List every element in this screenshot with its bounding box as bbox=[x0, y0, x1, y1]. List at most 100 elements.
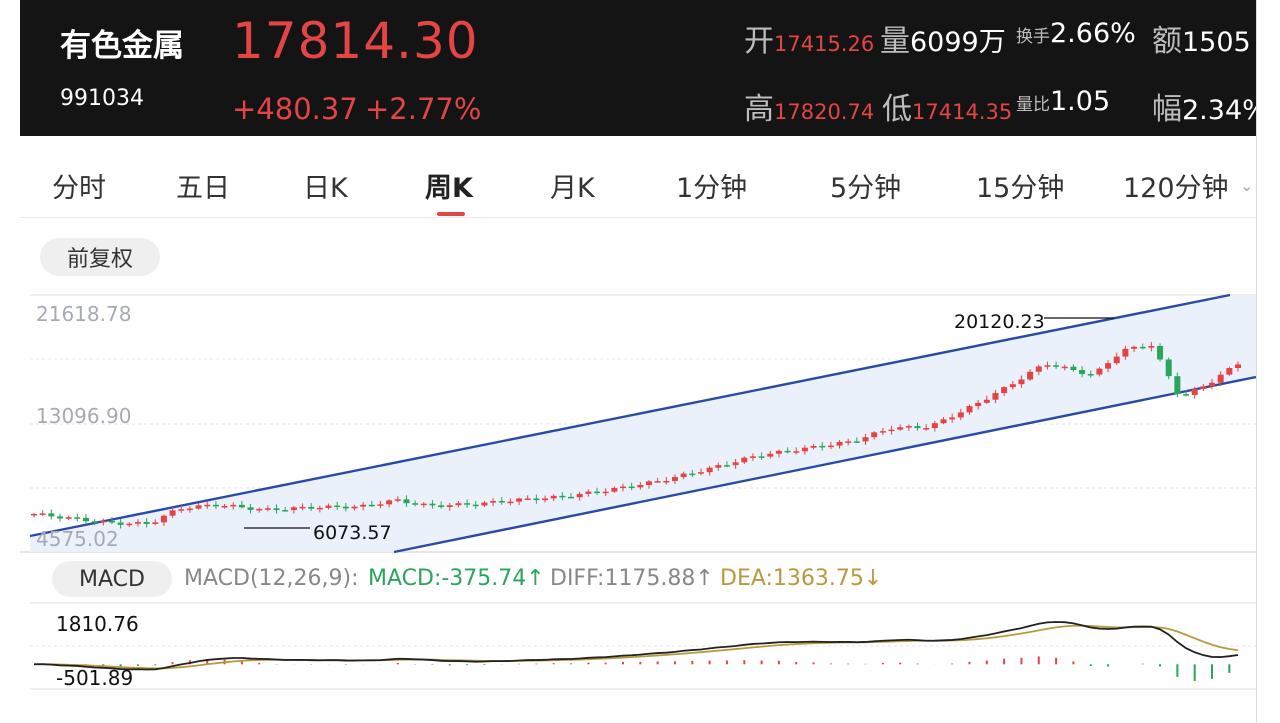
candle-body bbox=[308, 506, 315, 509]
macd-params: MACD(12,26,9): bbox=[184, 566, 359, 591]
macd-value: MACD:-375.74 bbox=[368, 566, 527, 591]
candle-body bbox=[56, 516, 63, 519]
dea-value-group: DEA:1363.75↓ bbox=[720, 566, 882, 591]
candle-body bbox=[663, 480, 670, 483]
candle-body bbox=[801, 447, 808, 452]
candle-body bbox=[377, 504, 384, 506]
candle-body bbox=[1044, 365, 1051, 367]
macd-axis-bottom-label: -501.89 bbox=[56, 666, 134, 690]
candle-body bbox=[568, 496, 575, 499]
candle-body bbox=[1157, 345, 1164, 360]
candle-body bbox=[654, 481, 661, 483]
y-axis-mid-label: 13096.90 bbox=[36, 404, 132, 428]
candle-body bbox=[1226, 367, 1233, 375]
right-edge bbox=[1256, 0, 1280, 723]
candle-body bbox=[152, 522, 159, 524]
candle-body bbox=[1001, 387, 1008, 394]
candle-body bbox=[282, 510, 289, 512]
candle-body bbox=[594, 491, 601, 494]
candle-body bbox=[871, 432, 878, 438]
candle-body bbox=[386, 500, 393, 505]
candle-body bbox=[897, 427, 904, 430]
candle-body bbox=[723, 465, 730, 467]
candle-body bbox=[82, 517, 89, 522]
candle-body bbox=[221, 505, 228, 508]
candle-body bbox=[853, 441, 860, 443]
candle-body bbox=[966, 406, 973, 413]
candle-body bbox=[671, 477, 678, 481]
candle-body bbox=[429, 503, 436, 506]
candle-body bbox=[368, 504, 375, 507]
diff-value-group: DIFF:1175.88↑ bbox=[550, 566, 714, 591]
candle-body bbox=[1105, 363, 1112, 369]
candle-body bbox=[697, 472, 704, 474]
y-axis-top-label: 21618.78 bbox=[36, 302, 132, 326]
candle-body bbox=[862, 437, 869, 442]
candle-body bbox=[1061, 366, 1068, 369]
candle-body bbox=[949, 417, 956, 420]
candle-body bbox=[464, 503, 471, 505]
candle-body bbox=[143, 522, 150, 524]
candle-body bbox=[628, 486, 635, 489]
candle-body bbox=[827, 445, 834, 448]
candle-body bbox=[290, 507, 297, 511]
macd-indicator-toggle[interactable]: MACD bbox=[52, 561, 172, 597]
candle-body bbox=[195, 505, 202, 509]
candle-body bbox=[160, 515, 167, 523]
stock-chart-screen: 有色金属 991034 17814.30 +480.37 +2.77% 开 17… bbox=[0, 0, 1280, 723]
candle-body bbox=[1183, 394, 1190, 396]
candle-body bbox=[810, 445, 817, 448]
candle-body bbox=[420, 503, 427, 506]
candle-body bbox=[680, 473, 687, 478]
candle-body bbox=[204, 504, 211, 507]
candle-body bbox=[1035, 366, 1042, 372]
candle-body bbox=[516, 498, 523, 502]
candle-body bbox=[975, 402, 982, 407]
candlestick-chart[interactable] bbox=[0, 0, 1256, 723]
candle-body bbox=[992, 393, 999, 400]
candle-body bbox=[1053, 365, 1060, 367]
candle-body bbox=[455, 503, 462, 506]
candle-body bbox=[749, 456, 756, 458]
candle-body bbox=[620, 486, 627, 489]
candle-body bbox=[957, 412, 964, 418]
candle-body bbox=[65, 517, 72, 519]
candle-body bbox=[715, 465, 722, 468]
trend-channel-fill bbox=[30, 295, 1256, 552]
candle-body bbox=[438, 505, 445, 508]
candle-body bbox=[100, 520, 107, 523]
candle-body bbox=[403, 499, 410, 504]
candle-body bbox=[1087, 374, 1094, 376]
candle-body bbox=[39, 513, 46, 515]
candle-body bbox=[394, 499, 401, 501]
candle-body bbox=[1139, 346, 1146, 349]
candle-body bbox=[481, 502, 488, 506]
dea-value: DEA:1363.75 bbox=[720, 566, 864, 591]
candle-body bbox=[91, 521, 98, 523]
candle-body bbox=[169, 510, 176, 516]
candle-body bbox=[983, 399, 990, 403]
candle-body bbox=[1174, 376, 1181, 395]
candle-body bbox=[108, 520, 115, 523]
candle-body bbox=[923, 428, 930, 430]
candle-body bbox=[905, 426, 912, 428]
candle-body bbox=[299, 506, 306, 509]
candle-body bbox=[637, 485, 644, 488]
arrow-up-icon: ↑ bbox=[526, 566, 545, 591]
candle-body bbox=[446, 505, 453, 508]
candle-body bbox=[914, 426, 921, 429]
candle-body bbox=[186, 508, 193, 511]
macd-axis-top-label: 1810.76 bbox=[56, 612, 139, 636]
candle-body bbox=[602, 491, 609, 494]
candle-body bbox=[342, 506, 349, 509]
candle-body bbox=[611, 487, 618, 492]
candle-body bbox=[126, 523, 133, 526]
candle-body bbox=[879, 431, 886, 433]
dea-line bbox=[33, 624, 1239, 670]
candle-body bbox=[940, 419, 947, 424]
candle-body bbox=[212, 504, 219, 507]
candle-body bbox=[784, 450, 791, 453]
candle-body bbox=[412, 503, 419, 505]
candle-body bbox=[793, 451, 800, 453]
candle-body bbox=[845, 441, 852, 443]
